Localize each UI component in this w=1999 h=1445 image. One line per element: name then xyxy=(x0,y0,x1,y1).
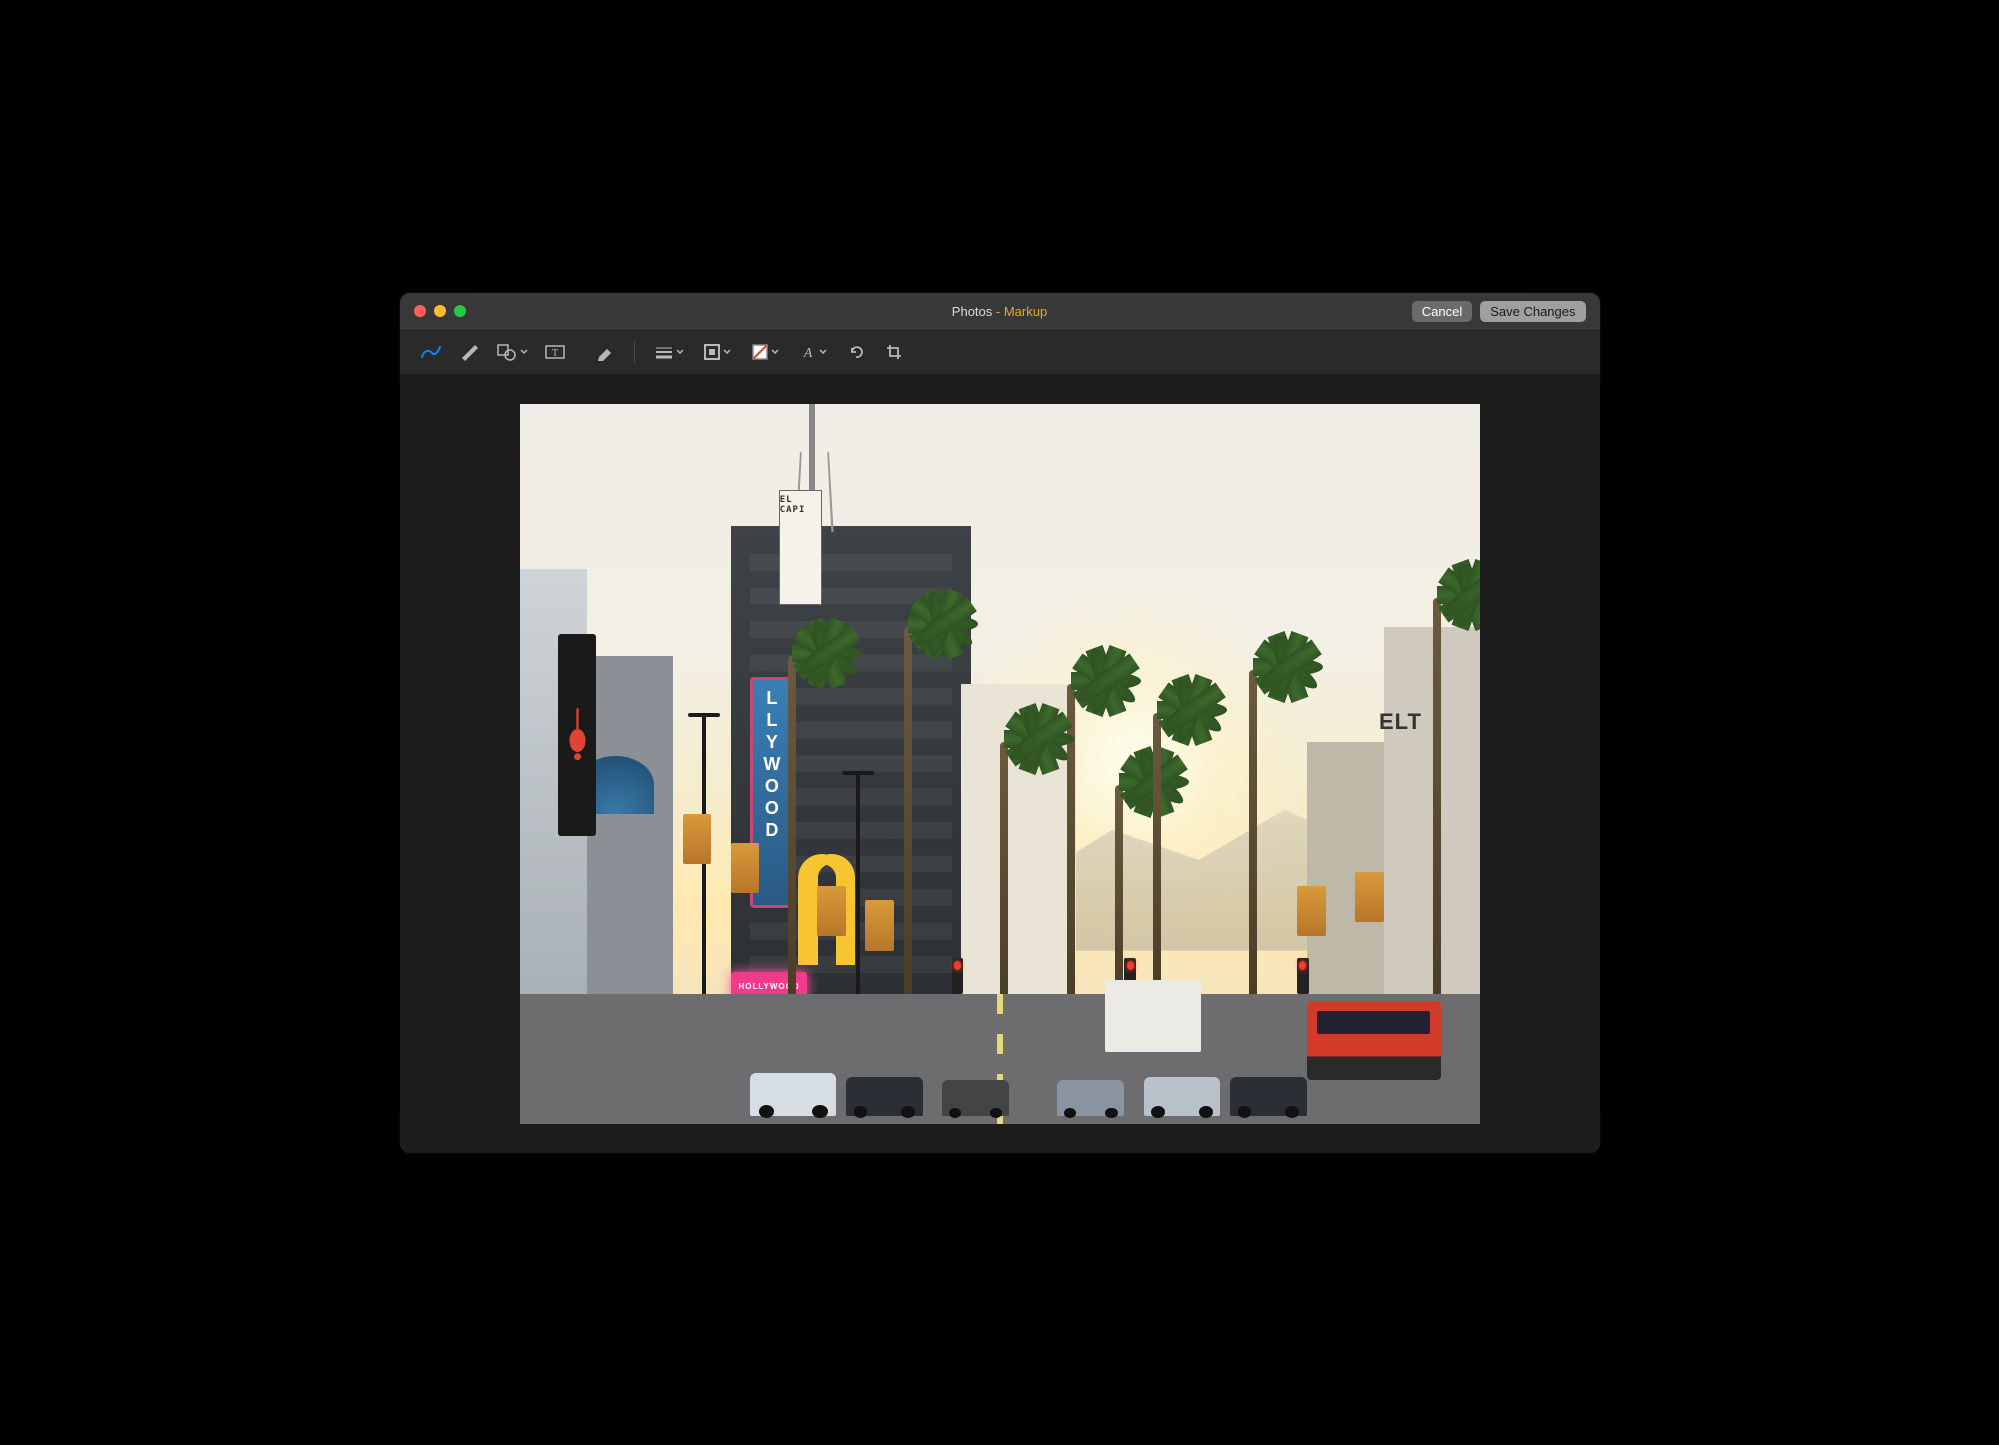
photo-truck xyxy=(1105,980,1201,1052)
photo-traffic-light xyxy=(1297,958,1309,994)
traffic-lights xyxy=(414,305,466,317)
photo-roosevelt-sign: ELT xyxy=(1379,709,1422,735)
photo-guitar-billboard xyxy=(558,634,596,836)
crop-tool[interactable] xyxy=(877,338,911,366)
highlight-tool[interactable] xyxy=(588,338,622,366)
title-app-label: Photos xyxy=(952,304,992,319)
line-weight-tool[interactable] xyxy=(647,338,691,366)
draw-tool-icon xyxy=(459,343,479,361)
photo-palm-tree xyxy=(1433,598,1441,1001)
photo-palm-tree xyxy=(1153,713,1161,1001)
fill-color-icon xyxy=(751,343,769,361)
photo-palm-tree xyxy=(1000,742,1008,1001)
text-style-tool[interactable]: A xyxy=(791,338,835,366)
photo-street-banner xyxy=(817,886,846,936)
photo-building xyxy=(587,656,673,1002)
photo-street-banner xyxy=(1297,886,1326,936)
text-tool[interactable]: T xyxy=(538,338,572,366)
photo-car xyxy=(846,1077,923,1117)
photo-bus xyxy=(1307,1001,1441,1080)
photo-car xyxy=(750,1073,836,1116)
zoom-window-button[interactable] xyxy=(454,305,466,317)
photo-streetlamp xyxy=(856,771,860,1001)
titlebar: Photos - Markup Cancel Save Changes xyxy=(400,293,1600,331)
guitar-icon xyxy=(566,706,589,764)
photo-car xyxy=(1057,1080,1124,1116)
photo-palm-tree xyxy=(904,627,912,1001)
chevron-down-icon xyxy=(520,349,528,355)
border-color-icon xyxy=(703,343,721,361)
markup-toolbar: T A xyxy=(400,331,1600,375)
title-separator: - xyxy=(992,304,1004,319)
title-mode-label: Markup xyxy=(1004,304,1047,319)
photo-traffic-light xyxy=(952,958,964,994)
photo-palm-tree xyxy=(1249,670,1257,1001)
photo-canvas[interactable]: EL CAPI ELT LLYWOOD HOLLYWOOD xyxy=(520,404,1480,1124)
draw-tool[interactable] xyxy=(452,338,486,366)
sketch-tool-icon xyxy=(420,343,442,361)
crop-icon xyxy=(885,343,903,361)
border-color-tool[interactable] xyxy=(695,338,739,366)
minimize-window-button[interactable] xyxy=(434,305,446,317)
line-weight-icon xyxy=(654,345,674,359)
svg-text:T: T xyxy=(551,348,557,359)
photo-car xyxy=(1144,1077,1221,1117)
toolbar-divider xyxy=(634,341,635,363)
sketch-tool[interactable] xyxy=(414,338,448,366)
highlight-tool-icon xyxy=(595,343,615,361)
shapes-tool-icon xyxy=(496,343,518,361)
photo-palm-tree xyxy=(1115,785,1123,1001)
cancel-button[interactable]: Cancel xyxy=(1412,301,1472,322)
photo-street-banner xyxy=(1355,872,1384,922)
photo-street-banner xyxy=(731,843,760,893)
chevron-down-icon xyxy=(819,349,827,355)
canvas-area[interactable]: EL CAPI ELT LLYWOOD HOLLYWOOD xyxy=(400,375,1600,1153)
rotate-left-icon xyxy=(847,343,865,361)
svg-text:A: A xyxy=(802,346,812,361)
photo-palm-tree xyxy=(788,656,796,1002)
save-changes-button[interactable]: Save Changes xyxy=(1480,301,1585,322)
text-tool-icon: T xyxy=(545,343,565,361)
chevron-down-icon xyxy=(771,349,779,355)
fill-color-tool[interactable] xyxy=(743,338,787,366)
photo-palm-tree xyxy=(1067,684,1075,1001)
photo-el-capitan-sign: EL CAPI xyxy=(779,490,822,605)
rotate-tool[interactable] xyxy=(839,338,873,366)
markup-window: Photos - Markup Cancel Save Changes T xyxy=(400,293,1600,1153)
photo-car xyxy=(1230,1077,1307,1117)
shapes-tool[interactable] xyxy=(490,338,534,366)
chevron-down-icon xyxy=(723,349,731,355)
photo-car xyxy=(942,1080,1009,1116)
photo-street-banner xyxy=(865,900,894,950)
photo-building xyxy=(1384,627,1480,1001)
photo-street-banner xyxy=(683,814,712,864)
close-window-button[interactable] xyxy=(414,305,426,317)
chevron-down-icon xyxy=(676,349,684,355)
text-style-icon: A xyxy=(799,343,817,361)
